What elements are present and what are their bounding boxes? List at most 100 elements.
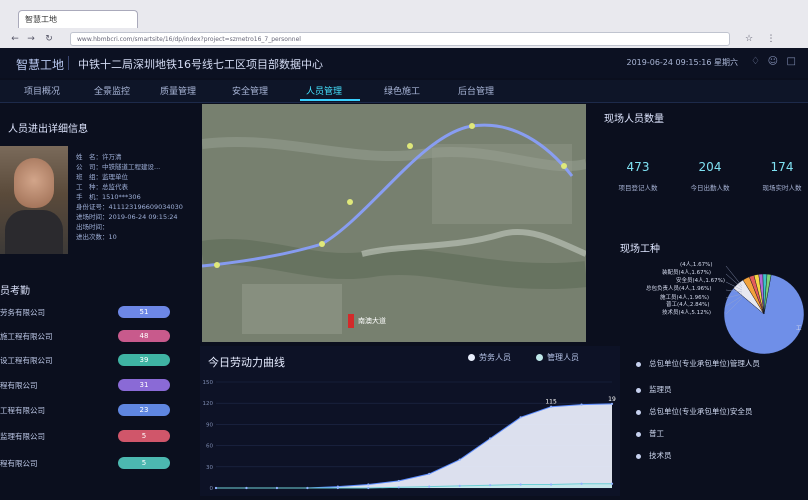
legend-item-labor[interactable]: 劳务人员 — [468, 352, 511, 363]
info-label: 工 种： — [76, 183, 102, 191]
data-point — [519, 416, 522, 419]
site-map[interactable]: 南澳大道 — [202, 104, 586, 342]
job-list-item[interactable]: 监理员 — [636, 384, 672, 395]
job-label: 总包单位(专业承包单位)管理人员 — [649, 359, 760, 368]
series-area-labor — [216, 403, 612, 488]
address-bar[interactable]: www.hbmbcri.com/smartsite/16/dp/index?pr… — [70, 32, 730, 46]
data-point — [489, 437, 492, 440]
attendance-row[interactable]: 监理有限公司 5 — [0, 430, 200, 444]
info-value-count: 10 — [108, 233, 117, 241]
photo-body — [5, 210, 63, 254]
bullet-dot — [636, 431, 641, 437]
attendance-row[interactable]: 程有限公司 5 — [0, 457, 200, 471]
company-name: 设工程有限公司 — [0, 356, 53, 365]
map-urban-area — [242, 284, 342, 334]
brand-logo-text: 智慧工地 — [16, 58, 65, 72]
y-tick-label: 0 — [210, 486, 214, 492]
attendance-row[interactable]: 施工程有限公司 48 — [0, 330, 200, 344]
data-point — [549, 405, 553, 408]
tab-personnel[interactable]: 人员管理 — [306, 84, 342, 97]
info-label: 公 司： — [76, 163, 102, 171]
station-marker[interactable] — [319, 241, 325, 247]
company-name: 监理有限公司 — [0, 432, 45, 441]
fullscreen-icon[interactable]: □ — [787, 56, 796, 67]
attendance-title: 员考勤 — [0, 286, 30, 297]
data-point — [489, 484, 492, 487]
attendance-row[interactable]: 程有限公司 31 — [0, 379, 200, 393]
job-label: 总包单位(专业承包单位)安全员 — [649, 407, 753, 416]
info-value-company: 中铁隧道工程建设... — [102, 163, 161, 171]
attendance-count: 5 — [118, 457, 170, 469]
bullet-dot — [636, 387, 641, 393]
tab-green-construction[interactable]: 绿色施工 — [384, 84, 420, 97]
stats-title: 现场人员数量 — [604, 114, 664, 125]
user-icon[interactable]: ☺ — [768, 56, 778, 67]
person-detail-panel: 人员进出详细信息 姓 名：许万清 公 司：中铁隧道工程建设... 班 组：监理单… — [0, 116, 205, 256]
data-point — [428, 485, 431, 488]
job-list-item[interactable]: 总包单位(专业承包单位)安全员 — [636, 406, 752, 417]
stat-registered-label: 项目登记人数 — [618, 184, 658, 192]
company-name: 劳务有限公司 — [0, 308, 45, 317]
info-label: 出场时间： — [76, 223, 109, 231]
header-divider — [68, 56, 69, 70]
browser-bar: 智慧工地 ← → ↻ www.hbmbcri.com/smartsite/16/… — [0, 0, 808, 49]
active-tab-indicator — [300, 99, 360, 101]
data-point — [458, 458, 461, 461]
map-graphics — [202, 104, 586, 342]
station-marker[interactable] — [469, 123, 475, 129]
tab-project-overview[interactable]: 项目概况 — [24, 84, 60, 97]
reload-icon[interactable]: ↻ — [42, 32, 56, 46]
attendance-row[interactable]: 工程有限公司 23 — [0, 404, 200, 418]
job-label: 技术员 — [649, 451, 672, 460]
station-marker[interactable] — [561, 163, 567, 169]
bell-icon[interactable]: ♢ — [751, 56, 760, 67]
attendance-row[interactable]: 设工程有限公司 39 — [0, 354, 200, 368]
data-point — [367, 486, 370, 490]
back-icon[interactable]: ← — [8, 32, 22, 46]
star-icon[interactable]: ☆ — [742, 32, 756, 46]
stat-registered-value: 473 — [626, 160, 650, 174]
attendance-count: 48 — [118, 330, 170, 342]
browser-tab[interactable]: 智慧工地 — [18, 10, 138, 28]
map-place-label: 南澳大道 — [358, 317, 386, 325]
tab-panorama-monitor[interactable]: 全景监控 — [94, 84, 130, 97]
data-point — [580, 403, 583, 406]
data-point — [367, 483, 370, 486]
attendance-count: 51 — [118, 306, 170, 318]
attendance-count: 23 — [118, 404, 170, 416]
data-point — [397, 486, 400, 489]
data-point — [549, 483, 553, 486]
tab-backend[interactable]: 后台管理 — [458, 84, 494, 97]
y-tick-label: 60 — [206, 444, 213, 450]
job-list-item[interactable]: 总包单位(专业承包单位)管理人员 — [636, 358, 760, 369]
info-label: 手 机： — [76, 193, 102, 201]
chart-title: 今日劳动力曲线 — [208, 356, 285, 369]
info-label: 进出次数： — [76, 233, 109, 241]
pie-label: 普工(4人,2.84%) — [666, 302, 710, 308]
station-marker[interactable] — [407, 143, 413, 149]
legend-label: 劳务人员 — [479, 353, 511, 362]
legend-item-management[interactable]: 管理人员 — [536, 352, 579, 363]
attendance-count: 5 — [118, 430, 170, 442]
station-marker[interactable] — [347, 199, 353, 205]
person-info: 姓 名：许万清 公 司：中铁隧道工程建设... 班 组：监理单位 工 种：总监代… — [76, 152, 183, 242]
stat-attendance-value: 204 — [698, 160, 722, 174]
pie-label: 安全员(4人,1.67%) — [676, 278, 726, 284]
job-list-item[interactable]: 技术员 — [636, 450, 672, 461]
station-marker[interactable] — [214, 262, 220, 268]
legend-dot — [536, 354, 543, 361]
pie-label: 装配员(4人,1.67%) — [662, 270, 712, 276]
menu-icon[interactable]: ⋮ — [764, 32, 778, 46]
tab-safety[interactable]: 安全管理 — [232, 84, 268, 97]
person-photo — [0, 146, 68, 254]
location-pin-icon[interactable] — [348, 314, 354, 328]
forward-icon[interactable]: → — [24, 32, 38, 46]
bullet-dot — [636, 409, 641, 415]
info-value-name: 许万清 — [102, 153, 122, 161]
data-point — [275, 486, 279, 490]
legend-dot — [468, 354, 475, 361]
job-list-item[interactable]: 普工 — [636, 428, 664, 439]
attendance-row[interactable]: 劳务有限公司 51 — [0, 306, 200, 320]
map-urban-area — [432, 144, 572, 224]
tab-quality[interactable]: 质量管理 — [160, 84, 196, 97]
